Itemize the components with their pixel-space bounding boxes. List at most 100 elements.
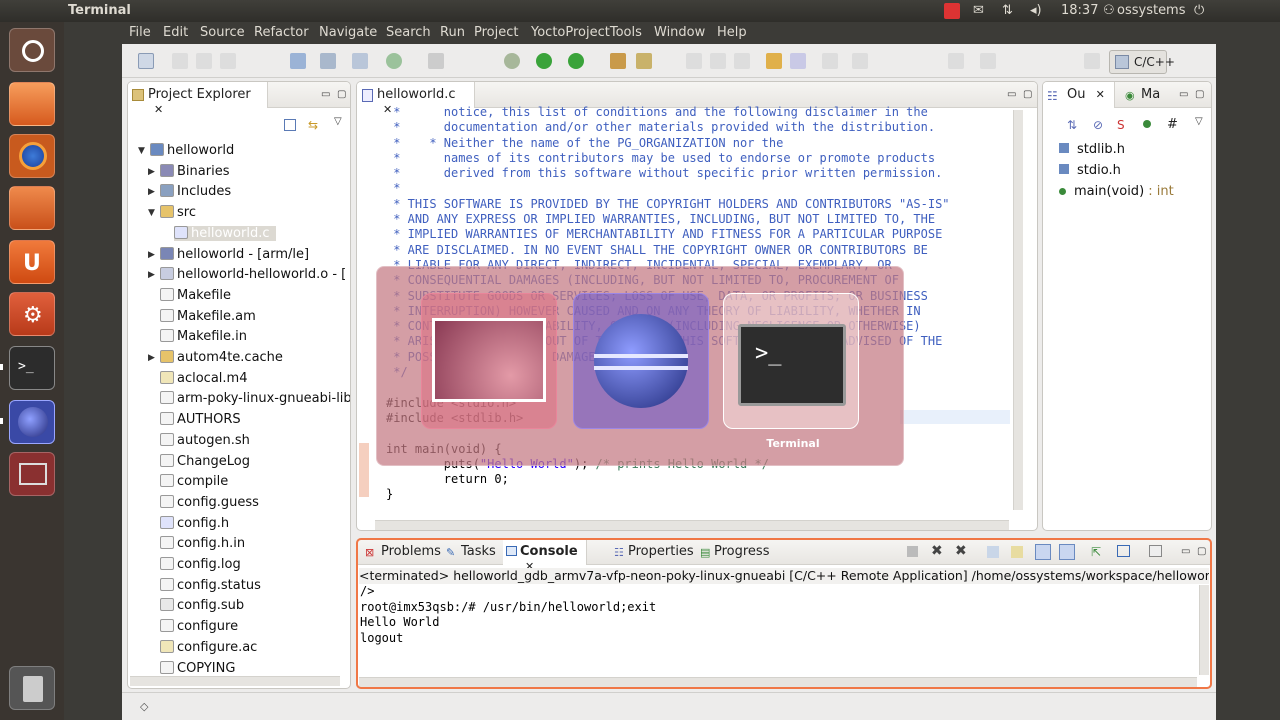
clear-console-icon[interactable] [987, 546, 999, 558]
switcher-item-files[interactable] [421, 293, 557, 429]
tab-progress[interactable]: ▤ Progress [697, 539, 777, 565]
remove-all-icon[interactable]: ✖ [955, 543, 967, 559]
tree-item[interactable]: Makefile.in [160, 329, 247, 344]
tree-item[interactable]: config.h [160, 515, 229, 531]
user-icon[interactable]: ⚇ [1103, 3, 1115, 18]
editor-vertical-scrollbar[interactable] [1013, 110, 1023, 510]
menu-help[interactable]: Help [717, 25, 747, 40]
display-console-icon[interactable] [1117, 545, 1130, 557]
tree-item[interactable]: configure [160, 619, 238, 634]
tree-item[interactable]: ChangeLog [160, 453, 250, 469]
build-config-icon[interactable] [320, 53, 336, 69]
collapse-all-icon[interactable] [284, 119, 296, 131]
launcher-firefox[interactable] [4, 132, 60, 180]
debug-icon[interactable] [504, 53, 520, 69]
print-icon[interactable] [220, 53, 236, 69]
minimize-icon[interactable]: ▭ [1179, 89, 1188, 100]
maximize-icon[interactable]: ▢ [1195, 89, 1204, 100]
last-edit-icon[interactable] [710, 53, 726, 69]
open-task-icon[interactable] [636, 53, 652, 69]
tree-item[interactable]: compile [160, 474, 228, 489]
external-tools-icon[interactable] [568, 53, 584, 69]
tree-item[interactable]: Binaries [160, 163, 229, 179]
mail-icon[interactable]: ✉ [973, 3, 984, 18]
hide-non-public-icon[interactable] [1143, 120, 1151, 128]
menu-window[interactable]: Window [654, 25, 705, 40]
expand-arrow-closed-icon[interactable]: ▶ [148, 167, 155, 177]
save-all-icon[interactable] [196, 53, 212, 69]
annotation-icon[interactable] [686, 53, 702, 69]
view-menu-icon[interactable]: ▽ [334, 116, 342, 127]
launcher-terminal[interactable]: >_ [4, 344, 60, 392]
launcher-trash[interactable] [4, 664, 60, 712]
tree-item[interactable]: Makefile [160, 287, 231, 303]
run-icon[interactable] [536, 53, 552, 69]
minimize-icon[interactable]: ▭ [1181, 546, 1190, 557]
tree-item[interactable]: helloworld - [arm/le] [160, 246, 309, 262]
tree-item[interactable]: Includes [160, 184, 231, 199]
hide-static-icon[interactable]: S [1117, 118, 1125, 132]
tree-item[interactable]: config.h.in [160, 536, 245, 551]
close-icon[interactable]: ✕ [1096, 88, 1105, 101]
search-tool-icon[interactable] [428, 53, 444, 69]
forward-icon[interactable] [980, 53, 996, 69]
console-vertical-scrollbar[interactable] [1199, 585, 1209, 675]
launcher-files[interactable] [4, 80, 60, 128]
tab-properties[interactable]: ☷ Properties [611, 539, 694, 565]
launcher-dash[interactable] [4, 26, 60, 74]
terminate-icon[interactable] [907, 546, 918, 557]
tree-item[interactable]: helloworld [150, 143, 234, 158]
hide-macros-icon[interactable]: # [1167, 117, 1178, 132]
new-source-icon[interactable] [352, 53, 368, 69]
close-icon[interactable]: ✕ [154, 103, 163, 116]
launcher-workspace-switcher[interactable] [4, 450, 60, 498]
expand-arrow-open-icon[interactable]: ▼ [148, 208, 155, 218]
tree-item[interactable]: config.log [160, 557, 241, 572]
cpp-perspective-button[interactable]: C/C++ [1109, 50, 1175, 74]
expand-arrow-closed-icon[interactable]: ▶ [148, 270, 155, 280]
open-perspective-icon[interactable] [1084, 53, 1100, 69]
tree-item[interactable]: config.sub [160, 598, 244, 613]
tree-item[interactable]: config.guess [160, 494, 259, 510]
expand-arrow-closed-icon[interactable]: ▶ [148, 187, 155, 197]
menu-refactor[interactable]: Refactor [254, 25, 309, 40]
tree-item[interactable]: arm-poky-linux-gnueabi-libtc [160, 391, 350, 406]
hide-fields-icon[interactable]: ⊘ [1093, 118, 1103, 132]
open-console-icon[interactable] [1149, 545, 1162, 557]
show-stderr-icon[interactable] [1059, 544, 1075, 560]
tree-item[interactable]: src [160, 205, 196, 220]
tree-item[interactable]: autogen.sh [160, 432, 250, 448]
network-icon[interactable]: ⇅ [1002, 3, 1013, 18]
launcher-eclipse[interactable] [4, 398, 60, 446]
tab-make-targets[interactable]: ◉ Ma [1121, 82, 1173, 108]
launcher-ubuntu-one[interactable]: U [4, 238, 60, 286]
mark-occurrences-icon[interactable] [766, 53, 782, 69]
menu-source[interactable]: Source [200, 25, 245, 40]
tree-item[interactable]: config.status [160, 577, 261, 593]
outline-item[interactable]: stdio.h [1059, 163, 1121, 178]
menu-file[interactable]: File [129, 25, 151, 40]
power-icon[interactable]: ⏻ [1194, 3, 1204, 18]
red-indicator-icon[interactable] [944, 3, 960, 19]
new-class-icon[interactable] [386, 53, 402, 69]
back-icon[interactable] [948, 53, 964, 69]
menu-run[interactable]: Run [440, 25, 465, 40]
tab-tasks[interactable]: ✎ Tasks [443, 539, 503, 565]
maximize-icon[interactable]: ▢ [1023, 89, 1032, 100]
editor-horizontal-scrollbar[interactable] [375, 520, 1009, 530]
volume-icon[interactable]: ◂) [1030, 3, 1042, 18]
tab-project-explorer[interactable]: Project Explorer ✕ [128, 82, 268, 116]
tab-outline[interactable]: ☷ Ou ✕ [1043, 82, 1115, 108]
open-type-icon[interactable] [610, 53, 626, 69]
tree-item[interactable]: aclocal.m4 [160, 370, 247, 386]
expand-arrow-open-icon[interactable]: ▼ [138, 146, 145, 156]
console-output[interactable]: /> root@imx53qsb:/# /usr/bin/helloworld;e… [360, 584, 1196, 674]
switcher-item-eclipse[interactable] [573, 293, 709, 429]
save-icon[interactable] [172, 53, 188, 69]
clock[interactable]: 18:37 [1061, 3, 1098, 18]
toggle-block-icon[interactable] [790, 53, 806, 69]
launcher-software-center[interactable] [4, 184, 60, 232]
tree-item[interactable]: COPYING [160, 660, 235, 676]
show-stdout-icon[interactable] [1035, 544, 1051, 560]
switcher-item-terminal[interactable]: >_ [723, 293, 859, 429]
